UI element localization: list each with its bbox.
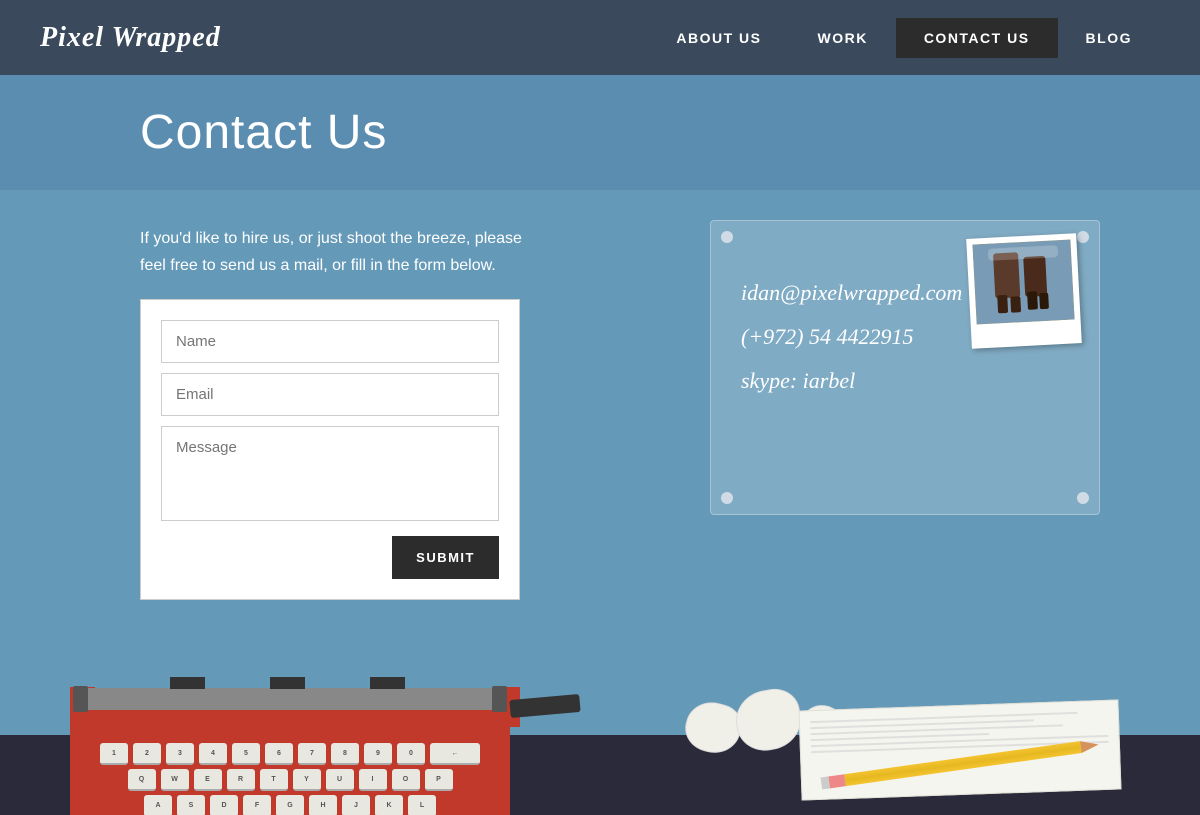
key-8: 8	[331, 743, 359, 765]
key-o: O	[392, 769, 420, 791]
page-title: Contact Us	[140, 105, 1060, 160]
key-1: 1	[100, 743, 128, 765]
key-y: Y	[293, 769, 321, 791]
key-9: 9	[364, 743, 392, 765]
key-t: T	[260, 769, 288, 791]
key-d: D	[210, 795, 238, 815]
key-h: H	[309, 795, 337, 815]
key-e: E	[194, 769, 222, 791]
key-row-3: A S D F G H J K L	[90, 795, 490, 815]
bolt-bl	[721, 492, 733, 504]
key-row-2: Q W E R T Y U I O P	[90, 769, 490, 791]
nav-contact[interactable]: CONTACT US	[896, 18, 1058, 58]
polaroid-image	[973, 240, 1075, 325]
main-content: If you'd like to hire us, or just shoot …	[0, 190, 1200, 815]
contact-form: SUBMIT	[140, 299, 520, 600]
pencil-eraser	[826, 774, 845, 788]
bolt-br	[1077, 492, 1089, 504]
paper-ball-2	[731, 685, 805, 755]
key-f: F	[243, 795, 271, 815]
pencil-tip	[1080, 739, 1099, 753]
key-5: 5	[232, 743, 260, 765]
key-a: A	[144, 795, 172, 815]
nav-about[interactable]: ABOUT US	[648, 20, 789, 56]
tw-roller	[85, 688, 495, 710]
name-input[interactable]	[161, 320, 499, 363]
contact-skype: skype: iarbel	[741, 359, 1069, 403]
key-back: ←	[430, 743, 480, 765]
key-w: W	[161, 769, 189, 791]
noticeboard: idan@pixelwrapped.com (+972) 54 4422915 …	[710, 220, 1100, 515]
key-s: S	[177, 795, 205, 815]
paper-clip-3	[370, 677, 405, 689]
nav-blog[interactable]: BLOG	[1058, 20, 1160, 56]
key-3: 3	[166, 743, 194, 765]
key-k: K	[375, 795, 403, 815]
paper-clip-1	[170, 677, 205, 689]
hero-band: Contact Us	[0, 75, 1200, 190]
nav-links: ABOUT US WORK CONTACT US BLOG	[648, 18, 1160, 58]
key-l: L	[408, 795, 436, 815]
typewriter-body: 1 2 3 4 5 6 7 8 9 0 ← Q W E R T	[70, 665, 520, 815]
navbar: Pixel Wrapped ABOUT US WORK CONTACT US B…	[0, 0, 1200, 75]
key-u: U	[326, 769, 354, 791]
submit-button[interactable]: SUBMIT	[392, 536, 499, 579]
key-r: R	[227, 769, 255, 791]
key-i: I	[359, 769, 387, 791]
intro-text: If you'd like to hire us, or just shoot …	[140, 225, 540, 279]
key-7: 7	[298, 743, 326, 765]
logo: Pixel Wrapped	[40, 22, 221, 54]
key-6: 6	[265, 743, 293, 765]
message-input[interactable]	[161, 426, 499, 521]
key-p: P	[425, 769, 453, 791]
paper-clip-2	[270, 677, 305, 689]
tw-knob-right	[492, 686, 507, 712]
tw-arm	[509, 694, 580, 718]
bolt-tr	[1077, 231, 1089, 243]
key-j: J	[342, 795, 370, 815]
key-4: 4	[199, 743, 227, 765]
polaroid-photo	[966, 233, 1082, 349]
email-input[interactable]	[161, 373, 499, 416]
key-2: 2	[133, 743, 161, 765]
bolt-tl	[721, 231, 733, 243]
key-row-1: 1 2 3 4 5 6 7 8 9 0 ←	[90, 743, 490, 765]
key-0: 0	[397, 743, 425, 765]
tw-knob-left	[73, 686, 88, 712]
tw-keys-area: 1 2 3 4 5 6 7 8 9 0 ← Q W E R T	[90, 743, 490, 815]
typewriter: 1 2 3 4 5 6 7 8 9 0 ← Q W E R T	[70, 665, 570, 815]
key-g: G	[276, 795, 304, 815]
key-q: Q	[128, 769, 156, 791]
nav-work[interactable]: WORK	[789, 20, 895, 56]
